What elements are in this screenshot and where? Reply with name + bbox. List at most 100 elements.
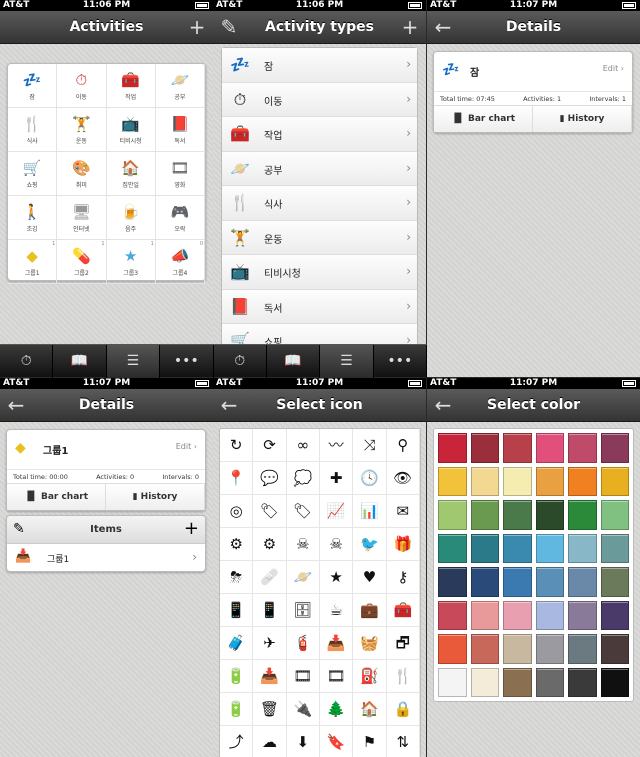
activity-cell[interactable]: ⏱ 이동	[57, 64, 107, 108]
icon-option[interactable]: 🔒	[386, 693, 420, 726]
icon-option[interactable]: 🏷	[253, 495, 287, 528]
color-swatch[interactable]	[568, 533, 597, 563]
color-swatch[interactable]	[568, 433, 597, 463]
tab-more-icon[interactable]: •••	[374, 345, 427, 378]
activity-cell[interactable]: 🎨 취미	[57, 152, 107, 196]
activity-cell[interactable]: ★ 그룹3 1	[106, 240, 156, 284]
color-swatch[interactable]	[535, 634, 564, 664]
color-swatch[interactable]	[470, 567, 499, 597]
icon-option[interactable]: ⚙	[220, 528, 254, 561]
icon-option[interactable]: 🍴	[386, 660, 420, 693]
icon-option[interactable]: ↻	[220, 429, 254, 462]
icon-option[interactable]: ⚑	[353, 726, 387, 757]
color-swatch[interactable]	[438, 667, 467, 697]
activity-cell[interactable]: 📕 독서	[155, 108, 205, 152]
activity-cell[interactable]: 💤 잠	[8, 64, 58, 108]
icon-option[interactable]: 🗄	[286, 594, 320, 627]
activity-type-row[interactable]: 📕 독서 ›	[222, 289, 417, 324]
color-swatch[interactable]	[438, 500, 467, 530]
tab-list-icon[interactable]: ☰	[320, 345, 374, 378]
icon-option[interactable]: 🎞	[319, 660, 354, 693]
color-swatch[interactable]	[503, 533, 532, 563]
color-swatch[interactable]	[503, 634, 532, 664]
activity-cell[interactable]: 🎞 영화	[155, 152, 205, 196]
color-swatch[interactable]	[503, 500, 532, 530]
icon-option[interactable]: 🔌	[286, 693, 320, 726]
activity-cell[interactable]: 🛒 쇼핑	[8, 152, 58, 196]
color-swatch[interactable]	[438, 600, 467, 630]
icon-option[interactable]: ⚙	[253, 528, 287, 561]
icon-option[interactable]: ⤴	[220, 726, 254, 757]
activity-cell[interactable]: 🏠 집안일	[106, 152, 156, 196]
icon-option[interactable]: 🧺	[353, 627, 387, 660]
icon-option[interactable]: 🎞	[286, 660, 320, 693]
color-swatch[interactable]	[600, 466, 629, 496]
color-swatch[interactable]	[438, 567, 467, 597]
icon-option[interactable]: ☁	[253, 726, 287, 757]
activity-cell[interactable]: 🍺 음주	[106, 196, 156, 240]
color-swatch[interactable]	[568, 634, 597, 664]
icon-option[interactable]: 🔖	[320, 726, 354, 757]
icon-option[interactable]: ⟳	[253, 429, 287, 462]
icon-option[interactable]: 🐦	[353, 528, 387, 561]
icon-option[interactable]: 🌲	[319, 693, 354, 726]
color-swatch[interactable]	[470, 500, 499, 530]
icon-option[interactable]: 📊	[353, 495, 387, 528]
color-swatch[interactable]	[470, 466, 499, 496]
activity-cell[interactable]: ◆ 그룹1 1	[8, 240, 58, 284]
activity-type-row[interactable]: 🏋 운동 ›	[222, 220, 417, 255]
color-swatch[interactable]	[600, 600, 629, 630]
add-type-button[interactable]: +	[394, 11, 426, 44]
activity-cell[interactable]: 📣 그룹4 0	[155, 240, 205, 284]
color-swatch[interactable]	[470, 634, 499, 664]
add-activity-button[interactable]: +	[181, 11, 213, 44]
icon-option[interactable]: ☠	[286, 528, 320, 561]
icon-option[interactable]: 📍	[220, 462, 254, 495]
activity-cell[interactable]: 🪐 공부	[155, 64, 205, 108]
color-swatch[interactable]	[568, 600, 597, 630]
icon-option[interactable]: 📥	[253, 660, 287, 693]
icon-option[interactable]: 🕓	[353, 462, 387, 495]
history-button[interactable]: ▮ History	[533, 106, 632, 132]
icon-option[interactable]: 💬	[253, 462, 287, 495]
icon-option[interactable]: ⚷	[386, 561, 420, 594]
icon-option[interactable]: 〰	[319, 429, 354, 462]
icon-option[interactable]: 📥	[319, 627, 354, 660]
icon-option[interactable]: ★	[319, 561, 354, 594]
icon-option[interactable]: ⚲	[386, 429, 420, 462]
activity-type-row[interactable]: 💤 잠 ›	[222, 48, 417, 83]
icon-option[interactable]: 📈	[319, 495, 354, 528]
color-swatch[interactable]	[470, 433, 499, 463]
color-swatch[interactable]	[535, 667, 564, 697]
activity-type-row[interactable]: 📺 티비시청 ›	[222, 255, 417, 290]
icon-option[interactable]: ♥	[353, 561, 387, 594]
tab-list-icon[interactable]: ☰	[106, 345, 161, 378]
color-swatch[interactable]	[438, 433, 467, 463]
color-swatch[interactable]	[600, 667, 629, 697]
icon-option[interactable]: 💭	[286, 462, 320, 495]
activity-cell[interactable]: 🎮 오락	[155, 196, 205, 240]
activity-type-row[interactable]: 🧰 작업 ›	[222, 117, 417, 152]
edit-link[interactable]: Edit ›	[176, 442, 197, 451]
color-swatch[interactable]	[535, 567, 564, 597]
color-swatch[interactable]	[600, 500, 629, 530]
color-swatch[interactable]	[470, 600, 499, 630]
activity-type-row[interactable]: ⏱ 이동 ›	[222, 82, 417, 117]
color-swatch[interactable]	[503, 600, 532, 630]
color-swatch[interactable]	[535, 500, 564, 530]
icon-option[interactable]: 🔋	[220, 660, 254, 693]
color-swatch[interactable]	[535, 533, 564, 563]
tab-more-icon[interactable]: •••	[160, 345, 214, 378]
color-swatch[interactable]	[438, 533, 467, 563]
activity-cell[interactable]: 🧰 작업	[106, 64, 156, 108]
icon-option[interactable]: ☠	[319, 528, 354, 561]
icon-option[interactable]: ☕	[319, 594, 354, 627]
color-swatch[interactable]	[568, 466, 597, 496]
activity-type-row[interactable]: 🪐 공부 ›	[222, 151, 417, 186]
activity-type-row[interactable]: 🛒 쇼핑 ›	[222, 324, 417, 344]
tab-journal-icon[interactable]: 📖	[267, 345, 321, 378]
icon-option[interactable]: 🏷	[286, 495, 320, 528]
color-swatch[interactable]	[503, 433, 532, 463]
icon-option[interactable]: ⬇	[287, 726, 320, 757]
icon-option[interactable]: 🩹	[253, 561, 287, 594]
